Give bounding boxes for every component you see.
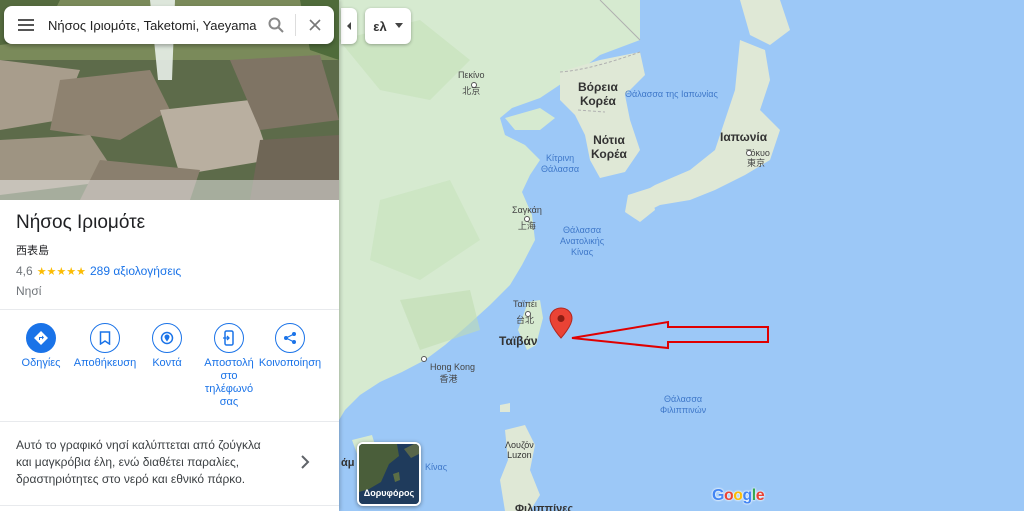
country-partial-left: άμ xyxy=(341,457,355,469)
place-title: Νήσος Ιριομότε xyxy=(16,212,146,233)
country-philippines-partial: Φιλιππίνες xyxy=(515,503,574,511)
save-label: Αποθήκευση xyxy=(73,357,137,369)
bookmark-icon xyxy=(99,331,111,345)
search-input[interactable] xyxy=(48,6,257,44)
city-dot-beijing xyxy=(471,82,477,88)
divider xyxy=(0,505,339,506)
chevron-right-icon[interactable] xyxy=(300,455,310,469)
language-label: ελ xyxy=(373,18,387,34)
language-button[interactable]: ελ xyxy=(365,8,411,44)
share-icon xyxy=(284,332,296,344)
south-china-sea-partial-label: Κίνας xyxy=(425,462,448,472)
philippine-sea-label: Θάλασσα Φιλιππινών xyxy=(660,394,707,415)
directions-label: Οδηγίες xyxy=(21,357,61,369)
directions-icon xyxy=(34,331,48,345)
send-to-phone-label: Αποστολή στο τηλέφωνό σας xyxy=(204,357,254,408)
place-native-name: 西表島 xyxy=(16,245,49,257)
directions-button[interactable]: Οδηγίες xyxy=(8,323,74,370)
share-button[interactable]: Κοινοποίηση xyxy=(257,323,323,370)
country-south-korea[interactable]: Νότια Κορέα xyxy=(591,133,627,161)
city-dot-taipei xyxy=(525,311,531,317)
sea-of-japan-label: Θάλασσα της Ιαπωνίας xyxy=(625,89,718,99)
nearby-label: Κοντά xyxy=(152,357,182,369)
rating-stars-icon: ★★★★★ xyxy=(36,265,86,278)
city-dot-hong-kong xyxy=(421,356,427,362)
east-china-sea-label: Θάλασσα Ανατολικής Κίνας xyxy=(560,225,605,257)
satellite-label: Δορυφόρος xyxy=(363,488,415,498)
send-to-phone-circle xyxy=(214,323,244,353)
save-circle xyxy=(90,323,120,353)
city-dot-shanghai xyxy=(524,216,530,222)
hamburger-menu-icon xyxy=(18,19,34,31)
nearby-button[interactable]: Κοντά xyxy=(134,323,200,370)
yellow-sea-label: Κίτρινη Θάλασσα xyxy=(541,153,580,174)
place-info: Νήσος Ιριομότε 西表島 4,6 ★★★★★ 289 αξιολογ… xyxy=(16,212,181,298)
rating-value: 4,6 xyxy=(16,264,33,278)
luzon-label[interactable]: Λουζόν Luzon xyxy=(505,440,534,460)
clear-search-button[interactable] xyxy=(296,6,334,44)
search-icon xyxy=(268,17,284,33)
send-to-phone-icon xyxy=(223,330,234,346)
country-north-korea[interactable]: Βόρεια Κορέα xyxy=(578,80,618,108)
reviews-link[interactable]: 289 αξιολογήσεις xyxy=(90,264,181,278)
caret-left-icon xyxy=(347,22,351,30)
country-taiwan[interactable]: Ταϊβάν xyxy=(499,334,538,348)
country-japan[interactable]: Ιαπωνία xyxy=(720,130,767,144)
satellite-layer-toggle[interactable]: Δορυφόρος xyxy=(357,442,421,506)
action-buttons: Οδηγίες Αποθήκευση Κοντά Αποστολή στο τη… xyxy=(8,323,332,423)
place-pin-icon[interactable] xyxy=(549,307,573,339)
divider xyxy=(0,309,339,310)
directions-circle xyxy=(26,323,56,353)
place-type: Νησί xyxy=(16,284,42,298)
divider xyxy=(0,421,339,422)
menu-button[interactable] xyxy=(4,6,48,44)
nearby-circle xyxy=(152,323,182,353)
nearby-icon xyxy=(160,331,174,345)
rating-row: 4,6 ★★★★★ 289 αξιολογήσεις xyxy=(16,264,181,278)
city-hong-kong[interactable]: Hong Kong 香港 xyxy=(422,362,475,384)
place-panel: Νήσος Ιριομότε 西表島 4,6 ★★★★★ 289 αξιολογ… xyxy=(0,0,339,511)
collapse-panel-button[interactable] xyxy=(341,8,357,44)
place-description[interactable]: Αυτό το γραφικό νησί καλύπτεται από ζούγ… xyxy=(16,437,296,488)
city-dot-tokyo xyxy=(746,150,752,156)
share-circle xyxy=(275,323,305,353)
caret-down-icon xyxy=(394,23,403,28)
close-icon xyxy=(309,19,321,31)
search-button[interactable] xyxy=(257,6,295,44)
google-logo: Google xyxy=(712,487,765,504)
send-to-phone-button[interactable]: Αποστολή στο τηλέφωνό σας xyxy=(196,323,262,409)
save-button[interactable]: Αποθήκευση xyxy=(72,323,138,370)
share-label: Κοινοποίηση xyxy=(258,357,322,369)
search-box xyxy=(4,6,334,44)
